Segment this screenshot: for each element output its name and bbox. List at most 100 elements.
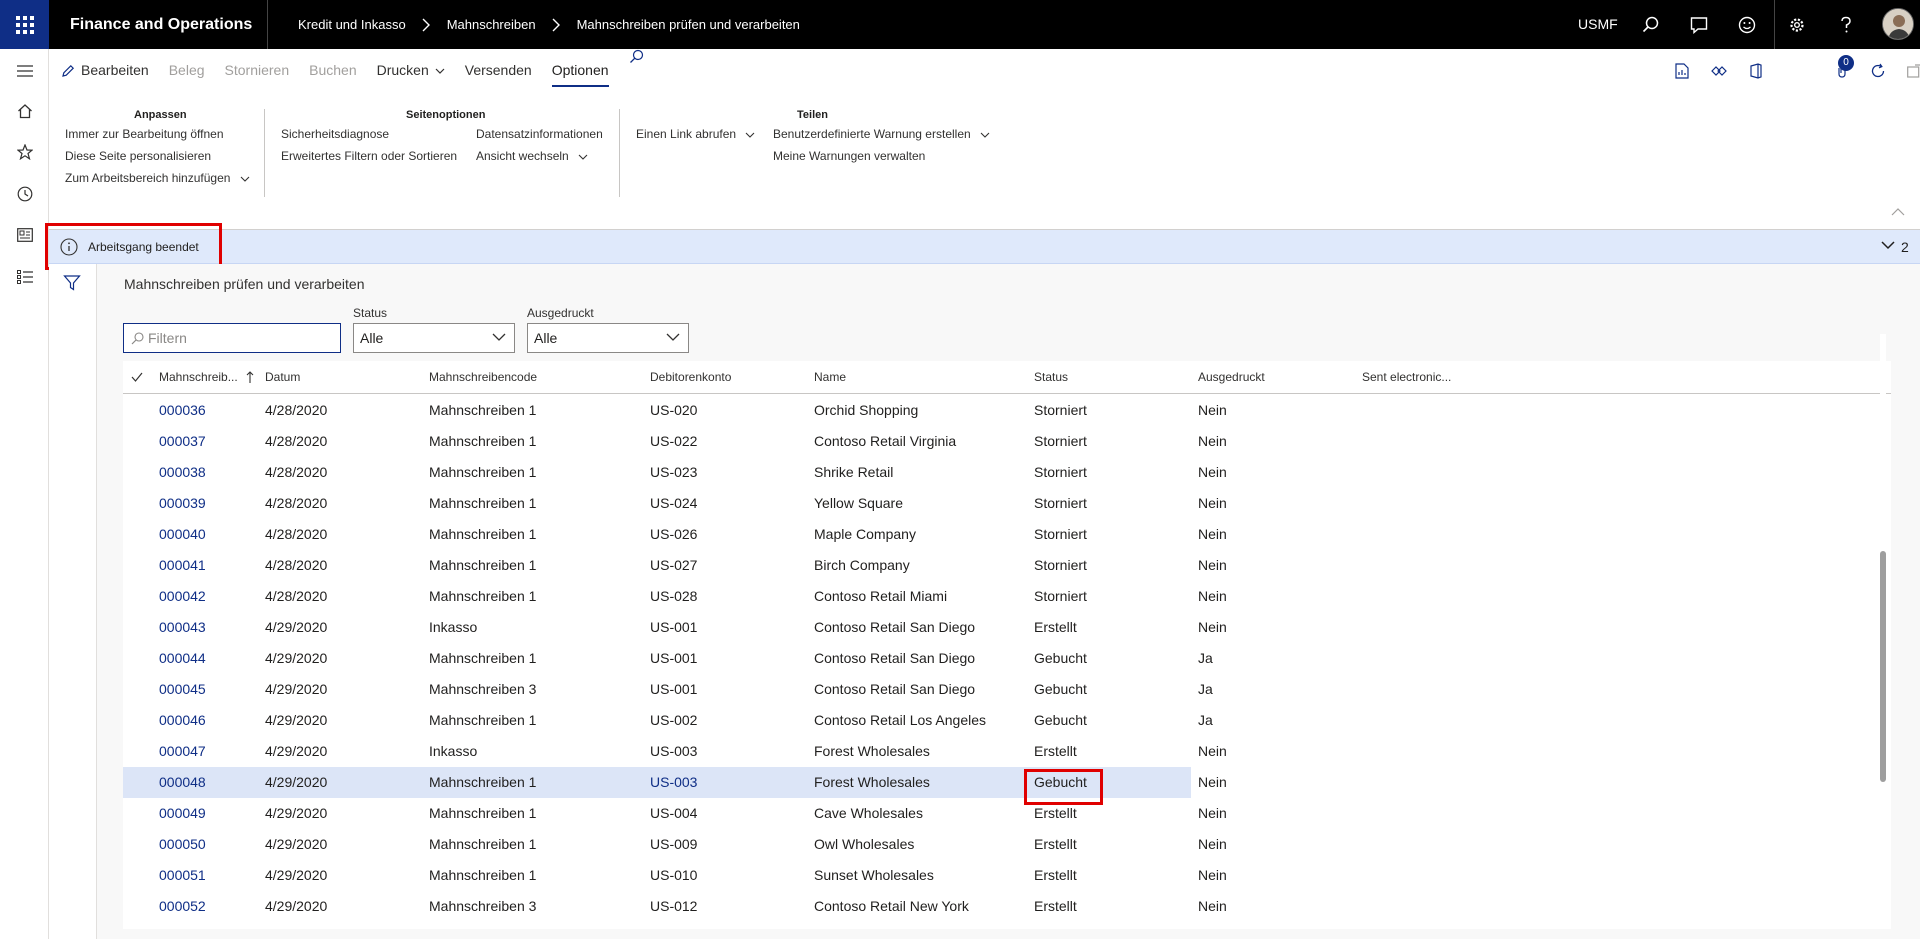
cell-date: 4/28/2020 (265, 433, 328, 449)
nav-recent[interactable] (0, 174, 49, 214)
cell-printed: Nein (1198, 464, 1227, 480)
cell-letter-number[interactable]: 000045 (159, 674, 206, 705)
cell-letter-number[interactable]: 000038 (159, 457, 206, 488)
table-row[interactable]: 000052 4/29/2020 Mahnschreiben 3 US-012 Cont… (123, 891, 1227, 922)
table-row[interactable]: 000038 4/28/2020 Mahnschreiben 1 US-023 Shri… (123, 457, 1227, 488)
cell-letter-number[interactable]: 000046 (159, 705, 206, 736)
always-open-for-editing[interactable]: Immer zur Bearbeitung öffnen (65, 127, 224, 141)
collapse-action-pane-button[interactable] (1891, 208, 1905, 216)
cell-letter-number[interactable]: 000044 (159, 643, 206, 674)
cell-letter-code: Mahnschreiben 1 (429, 805, 537, 821)
cell-letter-number[interactable]: 000050 (159, 829, 206, 860)
cell-letter-number[interactable]: 000049 (159, 798, 206, 829)
cell-customer-account: US-004 (650, 805, 698, 821)
feedback-button[interactable] (1727, 0, 1767, 49)
cell-status: Storniert (1034, 526, 1087, 542)
table-row[interactable]: 000044 4/29/2020 Mahnschreiben 1 US-001 Cont… (123, 643, 1213, 674)
column-header-name[interactable]: Name (814, 361, 846, 394)
column-header-date[interactable]: Datum (265, 361, 300, 394)
security-diagnostics[interactable]: Sicherheitsdiagnose (281, 127, 389, 141)
cell-letter-number[interactable]: 000036 (159, 395, 206, 426)
cell-status: Gebucht (1034, 712, 1087, 728)
cell-printed: Ja (1198, 681, 1213, 697)
avatar[interactable] (1882, 8, 1914, 40)
table-row[interactable]: 000047 4/29/2020 Inkasso US-003 Forest Whole… (123, 736, 1227, 767)
table-row[interactable]: 000046 4/29/2020 Mahnschreiben 1 US-002 Cont… (123, 705, 1213, 736)
column-header-status[interactable]: Status (1034, 361, 1068, 394)
cell-letter-number[interactable]: 000037 (159, 426, 206, 457)
filter-search-box[interactable] (123, 323, 341, 353)
table-row[interactable]: 000039 4/28/2020 Mahnschreiben 1 US-024 Yell… (123, 488, 1227, 519)
manage-alerts[interactable]: Meine Warnungen verwalten (773, 149, 925, 163)
cell-letter-number[interactable]: 000040 (159, 519, 206, 550)
table-row[interactable]: 000042 4/28/2020 Mahnschreiben 1 US-028 Cont… (123, 581, 1227, 612)
create-custom-alert[interactable]: Benutzerdefinierte Warnung erstellen (773, 127, 990, 141)
filter-icon[interactable] (63, 274, 81, 292)
nav-modules[interactable] (0, 257, 49, 297)
cell-letter-number[interactable]: 000039 (159, 488, 206, 519)
column-header-letter[interactable]: Mahnschreib... (159, 361, 254, 394)
cell-letter-code: Mahnschreiben 1 (429, 464, 537, 480)
nav-home[interactable] (0, 91, 49, 131)
get-link[interactable]: Einen Link abrufen (636, 127, 755, 141)
cell-customer-name: Sunset Wholesales (814, 867, 934, 883)
table-row[interactable]: 000043 4/29/2020 Inkasso US-001 Contoso Reta… (123, 612, 1227, 643)
nav-favorites[interactable] (0, 132, 49, 172)
table-row[interactable]: 000036 4/28/2020 Mahnschreiben 1 US-020 Orch… (123, 395, 1227, 426)
cell-printed: Nein (1198, 867, 1227, 883)
record-info[interactable]: Datensatzinformationen (476, 127, 603, 141)
cell-customer-account: US-001 (650, 650, 698, 666)
personalize-page[interactable]: Diese Seite personalisieren (65, 149, 211, 163)
cell-letter-number[interactable]: 000047 (159, 736, 206, 767)
column-header-sent-electronically[interactable]: Sent electronic... (1362, 361, 1451, 394)
cell-customer-name: Maple Company (814, 526, 916, 542)
breadcrumb-item-1[interactable]: Kredit und Inkasso (298, 17, 406, 32)
column-header-account[interactable]: Debitorenkonto (650, 361, 731, 394)
cell-customer-name: Contoso Retail Miami (814, 588, 948, 604)
cell-letter-code: Mahnschreiben 1 (429, 650, 537, 666)
search-button[interactable] (1631, 0, 1671, 49)
nav-workspaces[interactable] (0, 215, 49, 255)
advanced-filter-sort[interactable]: Erweitertes Filtern oder Sortieren (281, 149, 457, 163)
status-filter-select[interactable]: Alle (353, 323, 515, 353)
cell-letter-number[interactable]: 000041 (159, 550, 206, 581)
cell-status: Storniert (1034, 557, 1087, 573)
cell-status: Erstellt (1034, 867, 1077, 883)
cell-customer-name: Contoso Retail New York (814, 898, 969, 914)
breadcrumb-item-2[interactable]: Mahnschreiben (447, 17, 536, 32)
grid-scrollbar-thumb[interactable] (1880, 551, 1886, 782)
cell-customer-name: Orchid Shopping (814, 402, 919, 418)
hamburger-menu-button[interactable] (0, 51, 49, 91)
change-view[interactable]: Ansicht wechseln (476, 149, 588, 163)
company-picker[interactable]: USMF (1578, 0, 1618, 49)
expand-messages-button[interactable] (1881, 241, 1895, 250)
table-row[interactable]: 000041 4/28/2020 Mahnschreiben 1 US-027 Birc… (123, 550, 1227, 581)
cell-letter-number[interactable]: 000043 (159, 612, 206, 643)
table-row[interactable]: 000037 4/28/2020 Mahnschreiben 1 US-022 Cont… (123, 426, 1227, 457)
select-all-checkbox[interactable] (131, 361, 143, 394)
table-row[interactable]: 000040 4/28/2020 Mahnschreiben 1 US-026 Mapl… (123, 519, 1227, 550)
column-header-printed[interactable]: Ausgedruckt (1198, 361, 1265, 394)
column-header-code[interactable]: Mahnschreibencode (429, 361, 537, 394)
add-to-workspace[interactable]: Zum Arbeitsbereich hinzufügen (65, 171, 250, 185)
cell-letter-number[interactable]: 000052 (159, 891, 206, 922)
printed-filter-select[interactable]: Alle (527, 323, 689, 353)
app-title[interactable]: Finance and Operations (70, 0, 252, 49)
table-row[interactable]: 000051 4/29/2020 Mahnschreiben 1 US-010 Suns… (123, 860, 1227, 891)
filter-input[interactable] (146, 328, 336, 348)
cell-letter-number[interactable]: 000048 (159, 767, 206, 798)
settings-button[interactable] (1777, 0, 1817, 49)
breadcrumb-item-3[interactable]: Mahnschreiben prüfen und verarbeiten (577, 17, 800, 32)
table-row[interactable]: 000050 4/29/2020 Mahnschreiben 1 US-009 Owl … (123, 829, 1227, 860)
cell-customer-account: US-024 (650, 495, 698, 511)
chevron-right-icon (422, 18, 431, 32)
help-button[interactable] (1826, 0, 1866, 49)
app-launcher-button[interactable] (0, 0, 49, 49)
grid-body: 000036 4/28/2020 Mahnschreiben 1 US-020 Orch… (123, 395, 1891, 929)
group-title-anpassen: Anpassen (134, 109, 187, 121)
messages-button[interactable] (1679, 0, 1719, 49)
cell-letter-number[interactable]: 000051 (159, 860, 206, 891)
cell-letter-number[interactable]: 000042 (159, 581, 206, 612)
table-row[interactable]: 000045 4/29/2020 Mahnschreiben 3 US-001 Cont… (123, 674, 1213, 705)
cell-customer-account: US-002 (650, 712, 698, 728)
